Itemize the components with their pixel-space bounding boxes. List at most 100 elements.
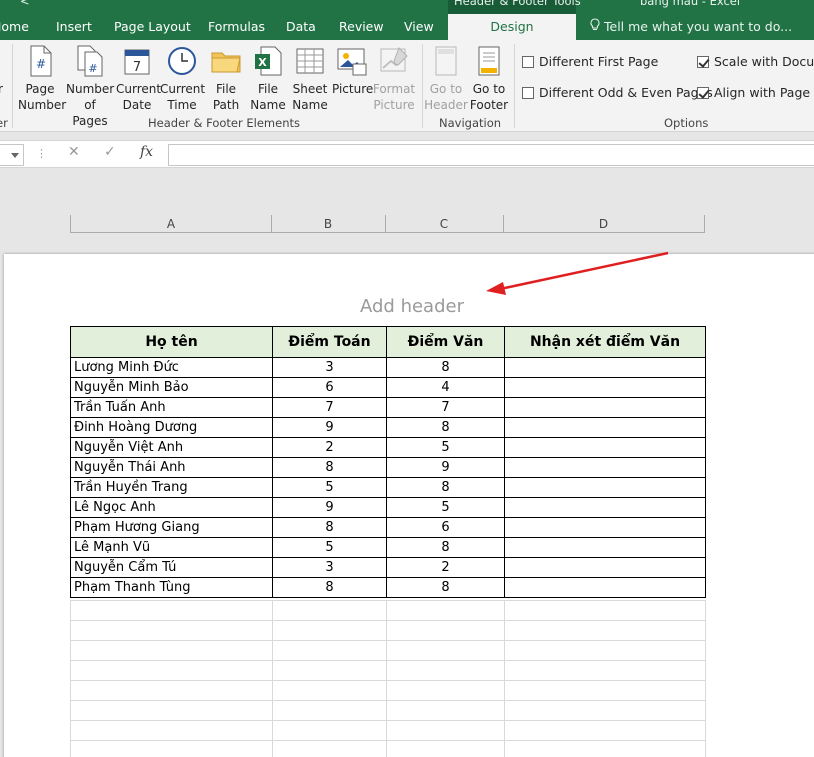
empty-cell[interactable] [70, 740, 273, 757]
table-cell[interactable] [504, 537, 706, 558]
tab-page-layout[interactable]: Page Layout [114, 14, 191, 40]
current-time-button[interactable]: Current Time [160, 44, 205, 113]
table-cell[interactable] [504, 457, 706, 478]
option-different-odd-even[interactable]: Different Odd & Even Pages [522, 85, 713, 100]
add-header-placeholder[interactable]: Add header [4, 296, 814, 317]
table-cell[interactable] [504, 357, 706, 378]
empty-cell[interactable] [70, 700, 273, 721]
table-cell[interactable] [504, 577, 706, 598]
empty-cell[interactable] [386, 740, 505, 757]
empty-cell[interactable] [386, 680, 505, 701]
table-cell[interactable]: Nguyễn Cẩm Tú [70, 557, 273, 578]
column-header-c[interactable]: C [385, 215, 504, 233]
table-cell[interactable] [504, 477, 706, 498]
table-cell[interactable] [504, 517, 706, 538]
checkbox[interactable] [522, 56, 534, 68]
current-date-button[interactable]: 7 Current Date [116, 44, 161, 113]
header-cell[interactable]: Điểm Văn [386, 326, 505, 358]
table-cell[interactable]: Lê Ngọc Anh [70, 497, 273, 518]
empty-cell[interactable] [272, 740, 387, 757]
table-cell[interactable]: 6 [386, 517, 505, 538]
empty-cell[interactable] [272, 640, 387, 661]
table-cell[interactable]: 8 [272, 577, 387, 598]
table-cell[interactable]: Nguyễn Thái Anh [70, 457, 273, 478]
option-align-with-margins[interactable]: Align with Page Ma [697, 85, 814, 100]
more-options-icon[interactable]: ⋮ [36, 147, 47, 160]
table-cell[interactable]: 9 [386, 457, 505, 478]
table-cell[interactable]: Đinh Hoàng Dương [70, 417, 273, 438]
empty-cell[interactable] [272, 660, 387, 681]
empty-cell[interactable] [386, 700, 505, 721]
table-cell[interactable]: 8 [386, 477, 505, 498]
empty-cell[interactable] [272, 720, 387, 741]
empty-cell[interactable] [386, 720, 505, 741]
checkbox[interactable] [522, 87, 534, 99]
table-cell[interactable]: Lê Mạnh Vũ [70, 537, 273, 558]
table-cell[interactable]: Phạm Hương Giang [70, 517, 273, 538]
table-cell[interactable]: 2 [272, 437, 387, 458]
empty-cell[interactable] [386, 660, 505, 681]
file-path-button[interactable]: File Path [206, 44, 246, 113]
table-cell[interactable] [504, 417, 706, 438]
table-cell[interactable]: 8 [386, 537, 505, 558]
go-to-header-button[interactable]: Go to Header [424, 44, 468, 113]
empty-cell[interactable] [70, 660, 273, 681]
empty-cell[interactable] [70, 620, 273, 641]
table-cell[interactable]: 4 [386, 377, 505, 398]
table-cell[interactable]: Trần Tuấn Anh [70, 397, 273, 418]
empty-cell[interactable] [70, 640, 273, 661]
empty-cell[interactable] [504, 720, 706, 741]
header-cell[interactable]: Điểm Toán [272, 326, 387, 358]
empty-cell[interactable] [386, 620, 505, 641]
table-cell[interactable]: 2 [386, 557, 505, 578]
table-cell[interactable]: 5 [272, 477, 387, 498]
table-cell[interactable]: Nguyễn Minh Bảo [70, 377, 273, 398]
table-cell[interactable] [504, 497, 706, 518]
tell-me-box[interactable]: Tell me what you want to do... [590, 14, 792, 40]
empty-cell[interactable] [70, 680, 273, 701]
option-scale-with-document[interactable]: Scale with Docume [697, 54, 814, 69]
go-to-footer-button[interactable]: Go to Footer [468, 44, 510, 113]
table-cell[interactable]: Nguyễn Việt Anh [70, 437, 273, 458]
empty-cell[interactable] [504, 600, 706, 621]
table-cell[interactable]: 8 [386, 417, 505, 438]
header-cell[interactable]: Họ tên [70, 326, 273, 358]
table-cell[interactable]: 3 [272, 357, 387, 378]
name-box[interactable] [0, 144, 24, 166]
table-cell[interactable]: 8 [272, 517, 387, 538]
empty-cell[interactable] [272, 620, 387, 641]
empty-cell[interactable] [272, 680, 387, 701]
table-cell[interactable]: 9 [272, 497, 387, 518]
table-cell[interactable]: 9 [272, 417, 387, 438]
insert-function-icon[interactable]: fx [140, 144, 153, 160]
table-cell[interactable]: 6 [272, 377, 387, 398]
page-number-button[interactable]: # Page Number [18, 44, 66, 113]
checkbox-checked[interactable] [697, 87, 709, 99]
tab-view[interactable]: View [404, 14, 434, 40]
tab-data[interactable]: Data [286, 14, 316, 40]
empty-cell[interactable] [504, 640, 706, 661]
empty-cell[interactable] [272, 600, 387, 621]
table-cell[interactable] [504, 557, 706, 578]
column-header-b[interactable]: B [271, 215, 386, 233]
empty-cell[interactable] [70, 720, 273, 741]
empty-cell[interactable] [504, 740, 706, 757]
table-cell[interactable]: 7 [272, 397, 387, 418]
table-cell[interactable]: 7 [386, 397, 505, 418]
empty-cell[interactable] [504, 620, 706, 641]
format-picture-button[interactable]: Format Picture [372, 44, 416, 113]
empty-cell[interactable] [386, 600, 505, 621]
empty-cell[interactable] [386, 640, 505, 661]
sheet-name-button[interactable]: Sheet Name [290, 44, 330, 113]
column-header-d[interactable]: D [503, 215, 705, 233]
tab-insert[interactable]: Insert [56, 14, 92, 40]
table-cell[interactable]: Lương Minh Đức [70, 357, 273, 378]
table-cell[interactable] [504, 397, 706, 418]
table-cell[interactable]: 3 [272, 557, 387, 578]
picture-button[interactable]: Picture [332, 44, 373, 97]
table-cell[interactable]: Phạm Thanh Tùng [70, 577, 273, 598]
tab-review[interactable]: Review [339, 14, 384, 40]
table-cell[interactable]: 5 [386, 497, 505, 518]
table-cell[interactable]: 5 [272, 537, 387, 558]
empty-cell[interactable] [504, 700, 706, 721]
